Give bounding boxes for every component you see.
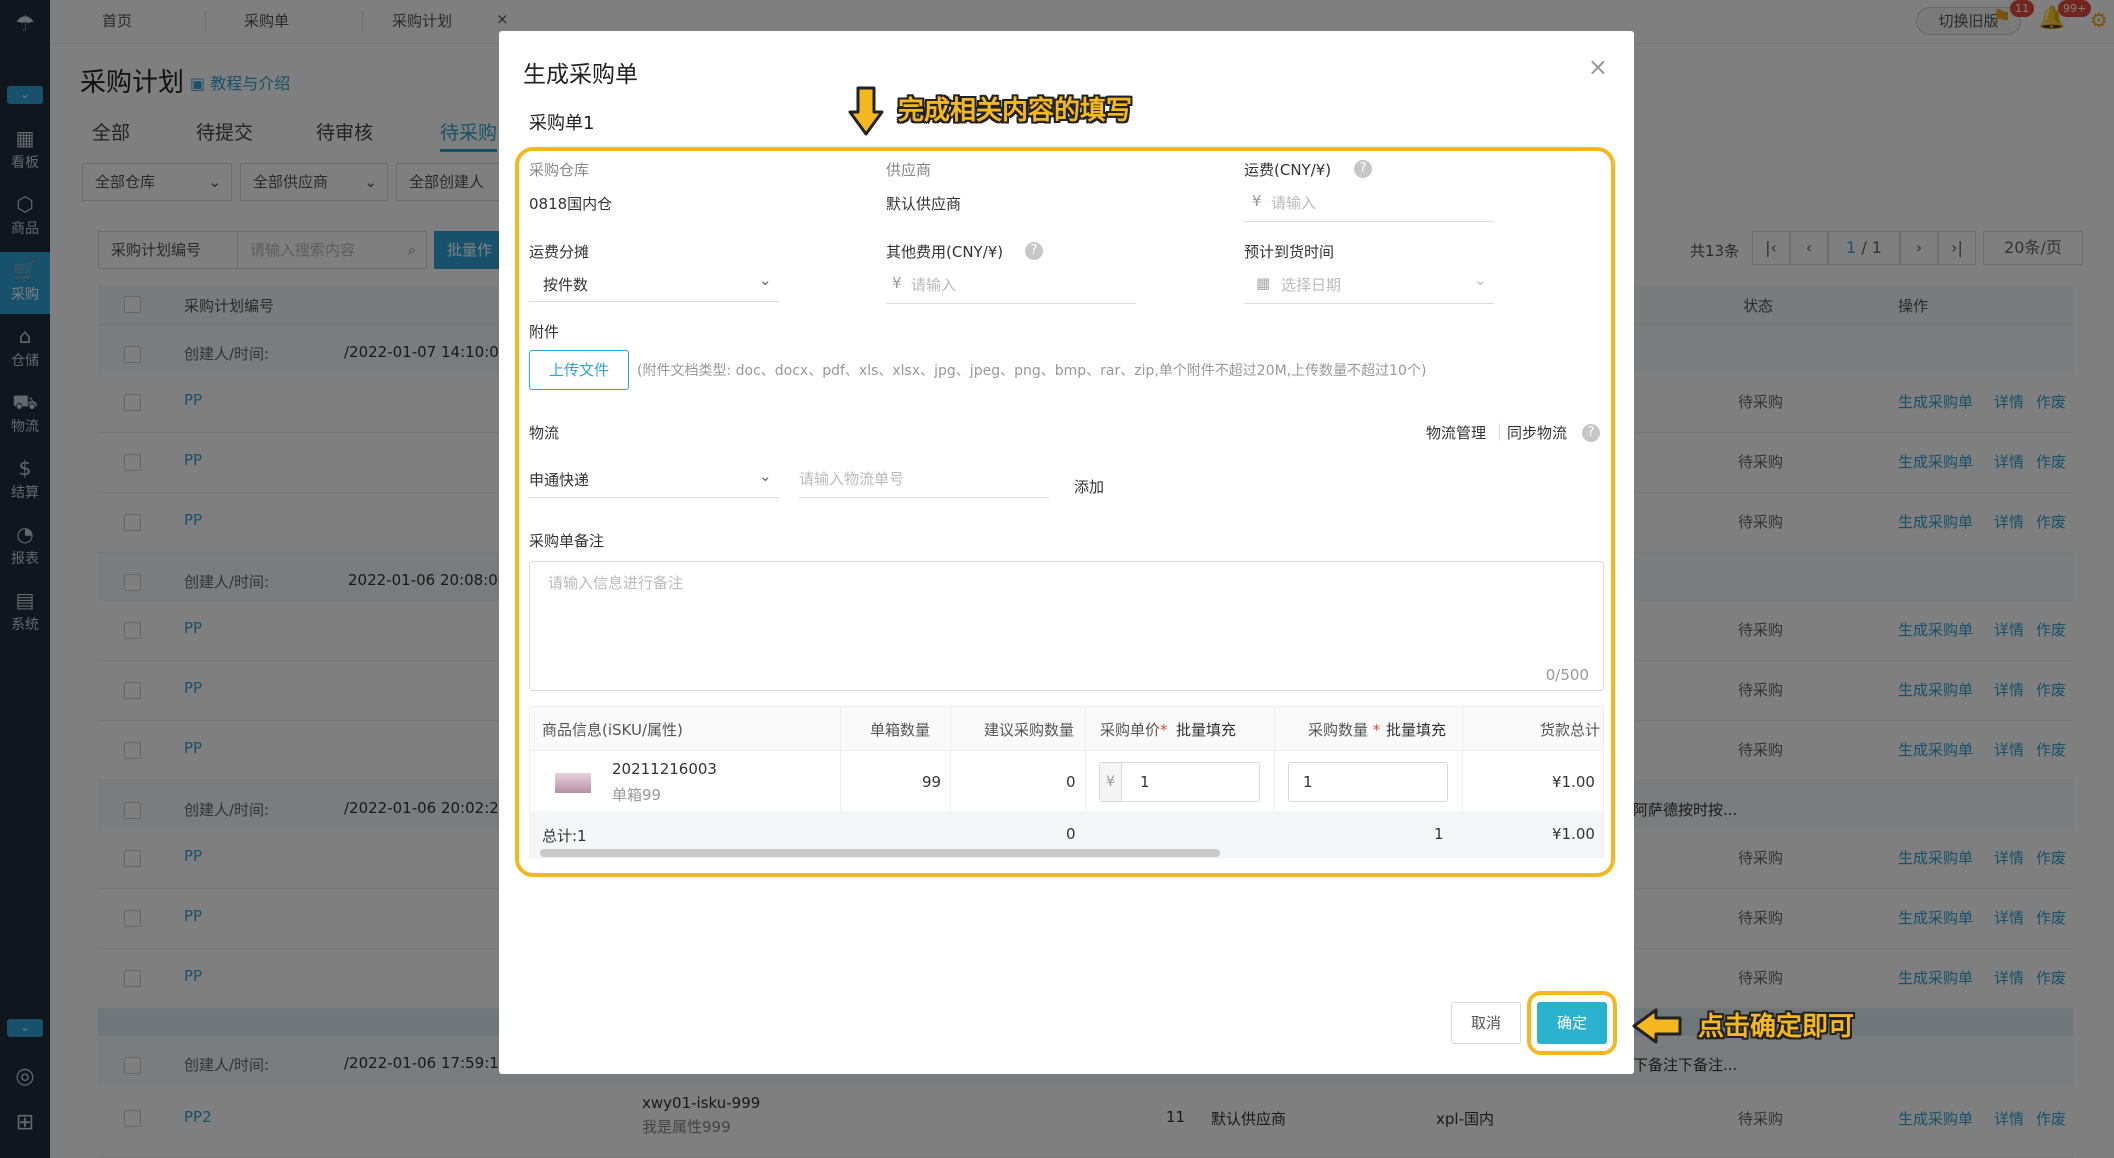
item-total: ¥1.00: [1552, 773, 1595, 791]
dialog-title: 生成采购单: [523, 62, 638, 88]
remark-label: 采购单备注: [529, 532, 605, 550]
help-icon[interactable]: ?: [1354, 160, 1372, 178]
logistics-manage-link[interactable]: 物流管理: [1426, 422, 1486, 443]
other-fee-input[interactable]: 请输入: [911, 274, 956, 295]
freight-input[interactable]: 请输入: [1271, 192, 1316, 213]
other-fee-label: 其他费用(CNY/¥): [886, 243, 1004, 261]
logistics-label: 物流: [529, 424, 560, 442]
unit-price-input[interactable]: ¥ 1: [1099, 762, 1260, 802]
eta-label: 预计到货时间: [1244, 243, 1335, 261]
col-box-qty: 单箱数量: [870, 721, 931, 739]
cancel-button[interactable]: 取消: [1451, 1002, 1521, 1044]
col-suggest-qty: 建议采购数量: [984, 721, 1075, 739]
other-fee-currency: ¥: [892, 274, 902, 292]
footer-qty: 1: [1434, 825, 1444, 843]
upload-hint: (附件文档类型: doc、docx、pdf、xls、xlsx、jpg、jpeg、…: [637, 363, 1427, 379]
eta-date-picker[interactable]: 选择日期: [1281, 274, 1341, 295]
close-icon[interactable]: ×: [1588, 53, 1608, 81]
batch-fill-price-link[interactable]: 批量填充: [1176, 719, 1236, 740]
confirm-button[interactable]: 确定: [1537, 1002, 1607, 1044]
carrier-select[interactable]: 申通快递: [529, 469, 589, 490]
attachment-label: 附件: [529, 323, 560, 341]
price-currency: ¥: [1100, 763, 1122, 801]
allocation-label: 运费分摊: [529, 243, 590, 261]
annotation-fill-form: 完成相关内容的填写: [898, 96, 1133, 126]
product-thumbnail: [555, 773, 591, 793]
supplier-label: 供应商: [886, 161, 932, 179]
tracking-input[interactable]: 请输入物流单号: [799, 468, 904, 489]
chevron-down-icon: ⌄: [1474, 271, 1487, 289]
help-icon[interactable]: ?: [1582, 424, 1600, 442]
generate-po-dialog: 生成采购单 × 采购单1 采购仓库 0818国内仓 供应商 默认供应商 运费(C…: [499, 31, 1634, 1074]
freight-currency: ¥: [1252, 192, 1262, 210]
supplier-value: 默认供应商: [886, 195, 962, 213]
col-purchase-qty: 采购数量 *: [1308, 719, 1380, 740]
help-icon[interactable]: ?: [1025, 242, 1043, 260]
item-box-qty: 99: [922, 773, 942, 791]
arrow-left-icon: [1632, 1008, 1682, 1044]
col-product-info: 商品信息(iSKU/属性): [542, 721, 683, 739]
sync-logistics-link[interactable]: 同步物流: [1507, 422, 1567, 443]
footer-suggest: 0: [1066, 825, 1076, 843]
purchase-qty-value: 1: [1303, 773, 1313, 791]
horizontal-scrollbar[interactable]: [540, 849, 1220, 857]
remark-textarea[interactable]: 请输入信息进行备注 0/500: [529, 561, 1604, 691]
warehouse-value: 0818国内仓: [529, 195, 613, 213]
purchase-qty-input[interactable]: 1: [1288, 762, 1448, 802]
purchase-qty-label: 采购数量: [1308, 721, 1369, 739]
required-mark: *: [1368, 721, 1381, 739]
add-logistics-link[interactable]: 添加: [1074, 476, 1104, 497]
col-unit-price: 采购单价*: [1100, 719, 1168, 740]
item-sku: 20211216003: [612, 760, 717, 778]
warehouse-label: 采购仓库: [529, 161, 590, 179]
footer-total: ¥1.00: [1552, 825, 1595, 843]
other-fee-underline: [886, 303, 1136, 304]
col-total: 货款总计: [1540, 721, 1601, 739]
remark-count: 0/500: [1545, 666, 1589, 684]
allocation-select[interactable]: 按件数: [543, 274, 588, 295]
po-subtitle: 采购单1: [529, 113, 595, 134]
arrow-down-icon: [848, 86, 884, 136]
required-mark: *: [1160, 721, 1168, 739]
allocation-underline: [529, 301, 779, 302]
upload-file-button[interactable]: 上传文件: [529, 350, 629, 390]
link-divider: [1499, 423, 1500, 441]
remark-placeholder: 请输入信息进行备注: [548, 574, 684, 592]
chevron-down-icon: ⌄: [759, 271, 772, 289]
calendar-icon: ▦: [1256, 274, 1271, 292]
eta-underline: [1244, 303, 1494, 304]
freight-label: 运费(CNY/¥): [1244, 161, 1332, 179]
unit-price-value: 1: [1140, 773, 1150, 791]
item-table: 商品信息(iSKU/属性) 单箱数量 建议采购数量 采购单价* 批量填充 采购数…: [529, 706, 1604, 858]
unit-price-label: 采购单价: [1100, 721, 1161, 739]
carrier-underline: [529, 497, 779, 498]
chevron-down-icon: ⌄: [759, 467, 772, 485]
tracking-underline: [799, 497, 1049, 498]
batch-fill-qty-link[interactable]: 批量填充: [1386, 719, 1446, 740]
item-attr: 单箱99: [612, 786, 662, 804]
item-suggest-qty: 0: [1066, 773, 1076, 791]
freight-underline: [1244, 221, 1494, 222]
annotation-click-ok: 点击确定即可: [1698, 1012, 1855, 1042]
footer-total-label: 总计:1: [542, 827, 587, 845]
